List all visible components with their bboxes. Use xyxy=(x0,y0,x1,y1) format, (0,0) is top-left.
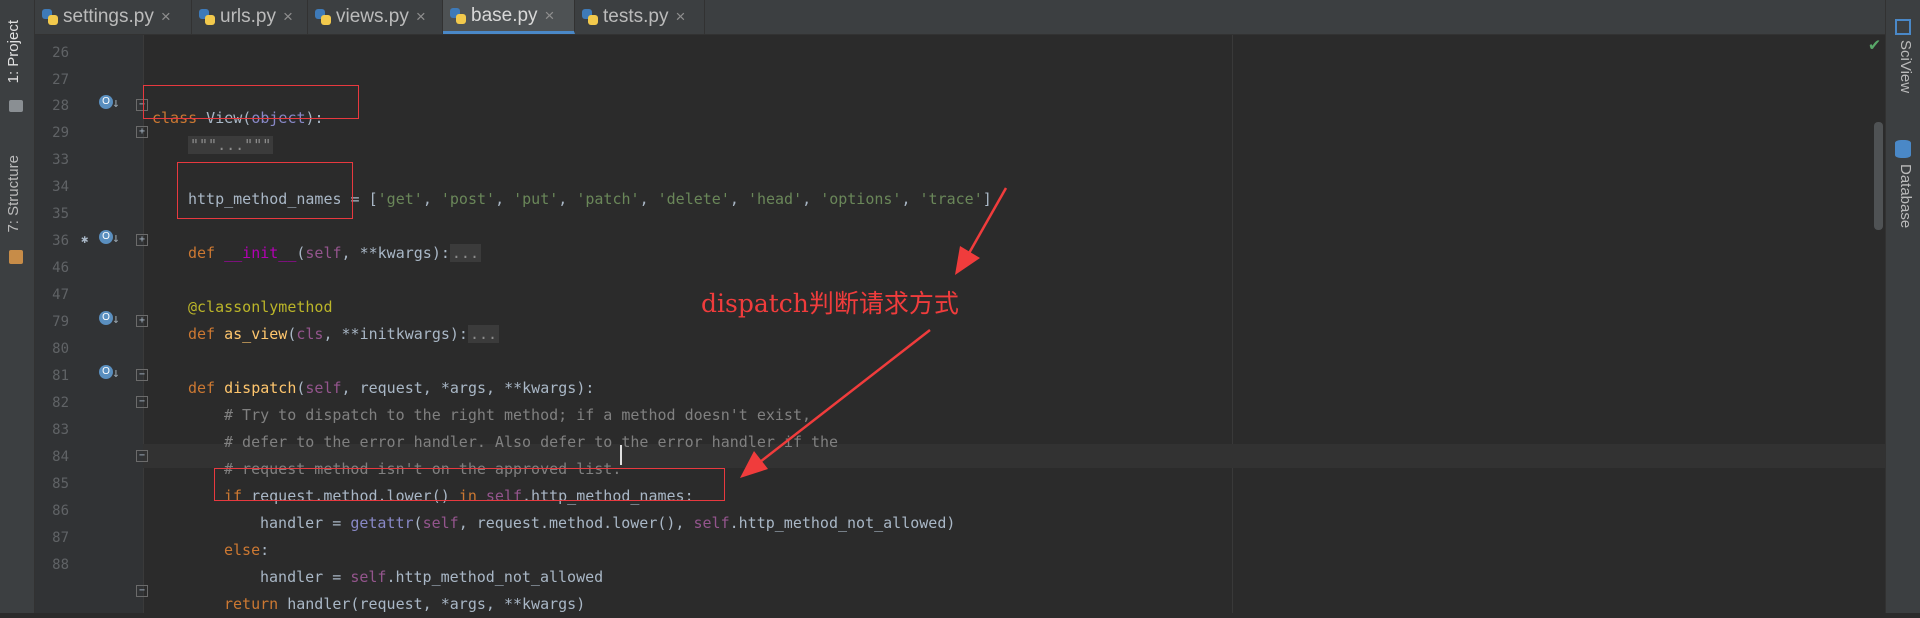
folded-docstring[interactable]: """...""" xyxy=(188,136,274,154)
line-number: 27 xyxy=(52,72,69,88)
structure-icon xyxy=(9,250,23,264)
vertical-scrollbar[interactable] xyxy=(1874,122,1883,230)
code-line-88: return handler(request, *args, **kwargs) xyxy=(224,595,586,613)
line-number: 28 xyxy=(52,98,69,114)
code-editor[interactable]: class View(object): """...""" http_metho… xyxy=(144,35,1851,613)
editor-tab-bar: settings.py × urls.py × views.py × base.… xyxy=(35,0,1885,35)
override-marker-icon[interactable]: O xyxy=(99,95,113,109)
down-arrow-icon: ↓ xyxy=(112,366,120,381)
inspection-ok-icon[interactable]: ✔ xyxy=(1869,34,1880,55)
folded-body[interactable]: ... xyxy=(449,244,481,262)
line-number: 34 xyxy=(52,179,69,195)
down-arrow-icon: ↓ xyxy=(112,96,120,111)
down-arrow-icon: ↓ xyxy=(112,312,120,327)
close-icon[interactable]: × xyxy=(545,6,555,26)
folder-icon xyxy=(9,100,23,112)
python-file-icon xyxy=(41,8,59,26)
line-number: 88 xyxy=(52,557,69,573)
tab-label: views.py xyxy=(336,6,409,27)
python-file-icon xyxy=(449,7,467,25)
line-number: 26 xyxy=(52,45,69,61)
tab-project[interactable]: 1: Project xyxy=(5,20,22,83)
code-line-46: @classonlymethod xyxy=(188,298,333,316)
line-number: 82 xyxy=(52,395,69,411)
override-marker-icon[interactable]: O xyxy=(99,311,113,325)
close-icon[interactable]: × xyxy=(161,7,171,27)
down-arrow-icon: ↓ xyxy=(112,231,120,246)
right-tool-strip: SciView Database xyxy=(1885,0,1920,613)
tab-label: urls.py xyxy=(220,6,276,27)
highlight-box-class xyxy=(143,85,359,119)
tab-database[interactable]: Database xyxy=(1897,164,1914,228)
line-number: 80 xyxy=(52,341,69,357)
folded-body[interactable]: ... xyxy=(467,325,500,343)
tab-urls-py[interactable]: urls.py × xyxy=(192,0,308,34)
code-line-81: # Try to dispatch to the right method; i… xyxy=(224,406,811,424)
tab-tests-py[interactable]: tests.py × xyxy=(575,0,705,34)
tab-label: base.py xyxy=(471,4,538,26)
sciview-icon xyxy=(1895,19,1911,35)
code-line-29: """...""" xyxy=(188,132,274,159)
line-number: 46 xyxy=(52,260,69,276)
close-icon[interactable]: × xyxy=(416,7,426,27)
line-number: 79 xyxy=(52,314,69,330)
annotation-label: dispatch判断请求方式 xyxy=(701,289,959,318)
code-line-86: else: xyxy=(224,541,270,559)
line-number: 35 xyxy=(52,206,69,222)
code-line-87: handler = self.http_method_not_allowed xyxy=(260,568,604,586)
tab-views-py[interactable]: views.py × xyxy=(308,0,443,34)
line-number: 83 xyxy=(52,422,69,438)
tab-settings-py[interactable]: settings.py × xyxy=(35,0,192,34)
code-line-36: def __init__(self, **kwargs):... xyxy=(188,244,481,262)
line-number: 84 xyxy=(52,449,69,465)
line-number: 29 xyxy=(52,125,69,141)
close-icon[interactable]: × xyxy=(283,7,293,27)
tab-base-py[interactable]: base.py × xyxy=(443,0,575,34)
line-number: 87 xyxy=(52,530,69,546)
text-cursor xyxy=(620,445,622,465)
tab-label: tests.py xyxy=(603,6,669,27)
code-line-85: handler = getattr(self, request.method.l… xyxy=(260,514,956,532)
code-line-80: def dispatch(self, request, *args, **kwa… xyxy=(188,379,595,397)
line-number: 81 xyxy=(52,368,69,384)
bookmark-star-icon: ✱ xyxy=(81,232,89,246)
database-icon xyxy=(1895,140,1911,158)
python-file-icon xyxy=(198,8,216,26)
code-line-82: # defer to the error handler. Also defer… xyxy=(224,433,839,451)
line-number: 36 xyxy=(52,233,69,249)
line-number: 33 xyxy=(52,152,69,168)
line-number: 86 xyxy=(52,503,69,519)
line-number: 85 xyxy=(52,476,69,492)
highlight-box-methods xyxy=(177,162,353,219)
line-number: 47 xyxy=(52,287,69,303)
tab-structure[interactable]: 7: Structure xyxy=(5,155,22,233)
highlight-box-if xyxy=(214,468,725,501)
override-marker-icon[interactable]: O xyxy=(99,230,113,244)
left-tool-strip: 1: Project 7: Structure xyxy=(0,0,35,613)
python-file-icon xyxy=(314,8,332,26)
python-file-icon xyxy=(581,8,599,26)
override-marker-icon[interactable]: O xyxy=(99,365,113,379)
tab-sciview[interactable]: SciView xyxy=(1897,40,1914,93)
tab-label: settings.py xyxy=(63,6,154,27)
close-icon[interactable]: × xyxy=(675,7,685,27)
code-line-47: def as_view(cls, **initkwargs):... xyxy=(188,325,500,343)
